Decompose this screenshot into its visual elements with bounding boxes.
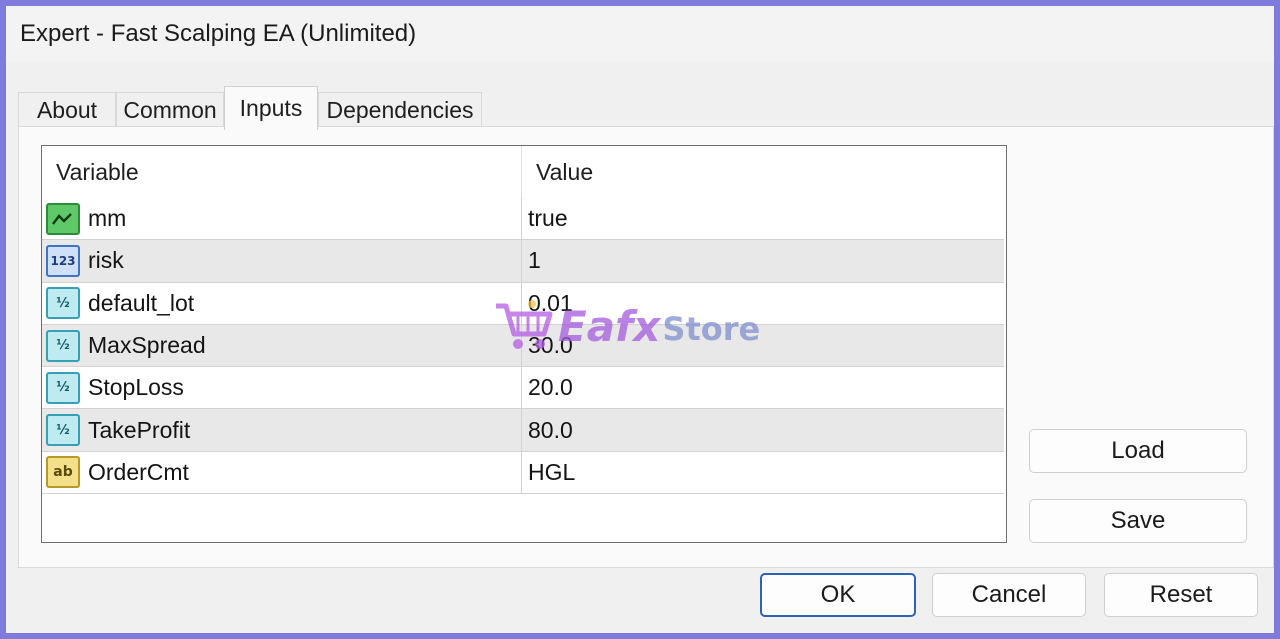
bool-icon xyxy=(46,202,80,235)
variable-name: TakeProfit xyxy=(88,416,191,443)
column-header-variable[interactable]: Variable xyxy=(42,146,522,198)
ok-button[interactable]: OK xyxy=(760,573,916,617)
window-title: Expert - Fast Scalping EA (Unlimited) xyxy=(20,20,417,47)
load-button[interactable]: Load xyxy=(1029,429,1247,473)
variable-cell: ½ default_lot xyxy=(42,282,522,324)
value-cell[interactable]: 0.01 xyxy=(522,283,1002,324)
double-icon: ½ xyxy=(46,287,80,320)
column-header-value[interactable]: Value xyxy=(522,146,1002,198)
variable-name: default_lot xyxy=(88,289,195,316)
value-cell[interactable]: HGL xyxy=(522,452,1002,493)
variable-cell: ab OrderCmt xyxy=(42,451,522,494)
table-row[interactable]: ½ StopLoss 20.0 xyxy=(42,367,1004,410)
double-icon: ½ xyxy=(46,329,80,362)
inputs-tab-panel: Variable Value mm true 123 risk 1 ½ defa… xyxy=(18,126,1274,568)
variable-cell: ½ TakeProfit xyxy=(42,409,522,451)
variable-name: mm xyxy=(88,205,127,232)
grid-rows: mm true 123 risk 1 ½ default_lot 0.01 ½ … xyxy=(42,198,1004,495)
int-icon: 123 xyxy=(46,244,80,277)
variable-name: OrderCmt xyxy=(88,458,189,485)
cancel-button[interactable]: Cancel xyxy=(932,573,1086,617)
reset-button[interactable]: Reset xyxy=(1104,573,1258,617)
tab-dependencies[interactable]: Dependencies xyxy=(318,92,482,128)
variable-cell: mm xyxy=(42,198,522,240)
tab-about[interactable]: About xyxy=(18,92,116,128)
table-row[interactable]: 123 risk 1 xyxy=(42,240,1004,283)
variable-cell: 123 risk xyxy=(42,240,522,282)
tab-common[interactable]: Common xyxy=(116,92,224,128)
grid-header: Variable Value xyxy=(42,146,1006,198)
table-row[interactable]: ½ MaxSpread 30.0 xyxy=(42,324,1004,368)
inputs-grid: Variable Value mm true 123 risk 1 ½ defa… xyxy=(41,145,1007,543)
string-icon: ab xyxy=(46,456,80,489)
double-icon: ½ xyxy=(46,414,80,447)
variable-cell: ½ MaxSpread xyxy=(42,324,522,367)
variable-name: StopLoss xyxy=(88,374,184,401)
variable-cell: ½ StopLoss xyxy=(42,367,522,409)
table-row[interactable]: ab OrderCmt HGL xyxy=(42,451,1004,495)
table-row[interactable]: ½ default_lot 0.01 xyxy=(42,282,1004,325)
value-cell[interactable]: true xyxy=(522,198,1002,239)
double-icon: ½ xyxy=(46,371,80,404)
variable-name: risk xyxy=(88,247,124,274)
variable-name: MaxSpread xyxy=(88,332,206,359)
value-cell[interactable]: 30.0 xyxy=(522,325,1002,366)
table-row[interactable]: ½ TakeProfit 80.0 xyxy=(42,409,1004,452)
title-bar: Expert - Fast Scalping EA (Unlimited) xyxy=(6,6,1274,62)
table-row[interactable]: mm true xyxy=(42,198,1004,241)
value-cell[interactable]: 80.0 xyxy=(522,409,1002,450)
tab-inputs[interactable]: Inputs xyxy=(224,86,318,130)
save-button[interactable]: Save xyxy=(1029,499,1247,543)
value-cell[interactable]: 20.0 xyxy=(522,367,1002,408)
value-cell[interactable]: 1 xyxy=(522,240,1002,281)
expert-properties-dialog: Expert - Fast Scalping EA (Unlimited) Ab… xyxy=(6,6,1274,633)
